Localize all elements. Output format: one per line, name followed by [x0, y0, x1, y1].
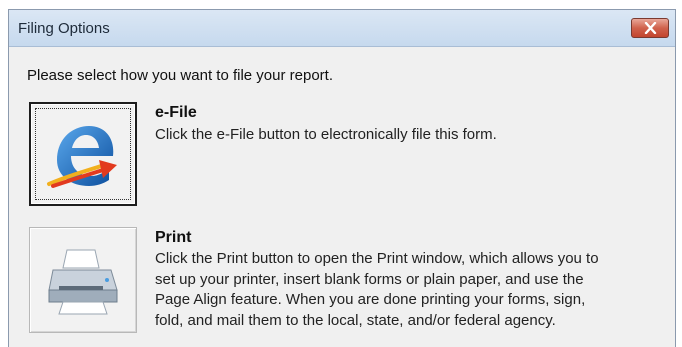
print-description: Click the Print button to open the Print… [155, 250, 599, 329]
close-icon [644, 22, 657, 34]
print-title: Print [155, 229, 192, 246]
efile-title: e-File [155, 104, 197, 121]
print-button[interactable] [29, 227, 137, 333]
instruction-text: Please select how you want to file your … [27, 67, 333, 84]
title-bar: Filing Options [9, 10, 675, 47]
efile-logo-icon [47, 126, 117, 188]
filing-options-dialog: Filing Options Please select how you wan… [8, 9, 676, 347]
efile-button[interactable] [29, 102, 137, 206]
printer-icon [48, 249, 118, 315]
window-title: Filing Options [18, 20, 110, 37]
efile-description: Click the e-File button to electronicall… [155, 126, 497, 143]
close-button[interactable] [631, 18, 669, 38]
